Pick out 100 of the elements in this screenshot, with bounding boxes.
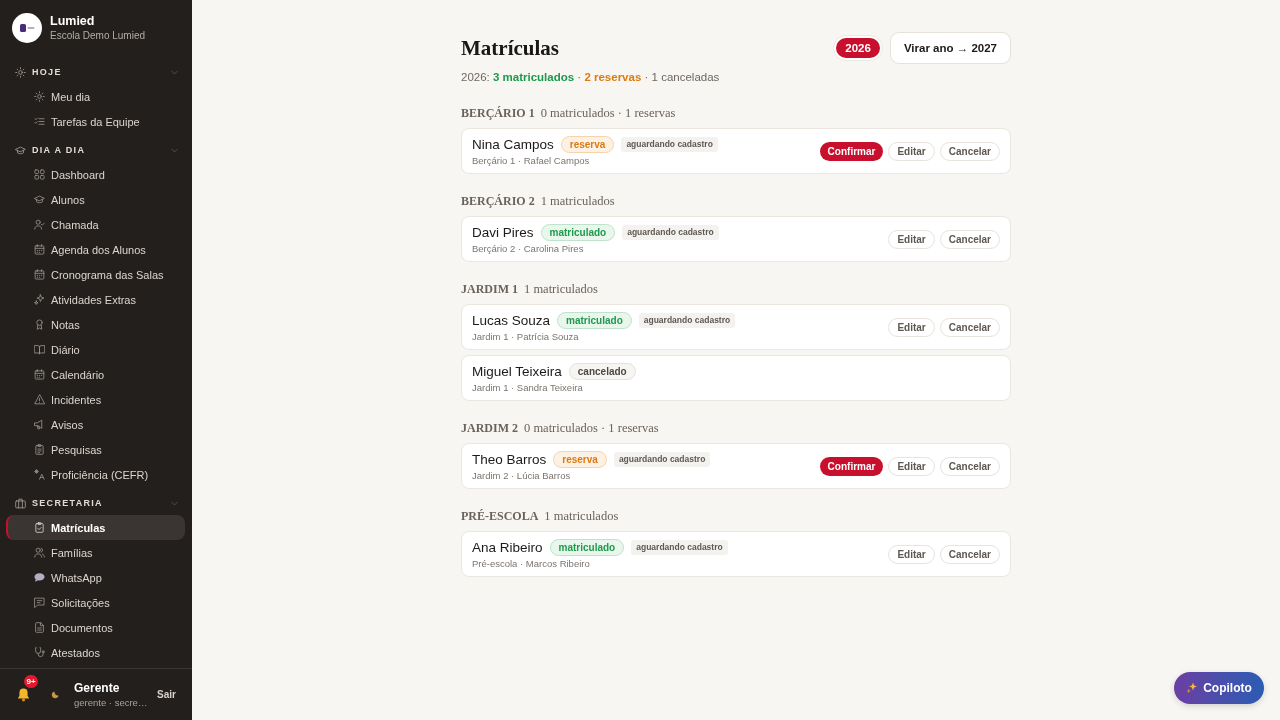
edit-button[interactable]: Editar xyxy=(888,141,935,161)
sidebar-item[interactable]: Incidentes xyxy=(6,387,185,412)
cancel-button[interactable]: Cancelar xyxy=(939,456,1000,476)
calendar-icon xyxy=(34,369,45,380)
student-name: Miguel Teixeira xyxy=(472,362,562,380)
enrollment-detail: Jardim 2 · Lúcia Barros xyxy=(472,469,572,482)
confirm-button[interactable]: Confirmar xyxy=(819,456,884,476)
status-badge: reserva xyxy=(560,135,615,153)
sidebar-item[interactable]: Cronograma das Salas xyxy=(6,262,185,287)
sidebar-item[interactable]: Chamada xyxy=(6,212,185,237)
page-title: Matrículas xyxy=(461,35,560,61)
sidebar-item[interactable]: Matrículas xyxy=(6,515,185,540)
stethoscope-icon xyxy=(34,647,45,658)
group-count: 0 matriculados · 1 reservas xyxy=(540,106,676,121)
sidebar-item[interactable]: Meu dia xyxy=(6,84,185,109)
cancel-button[interactable]: Cancelar xyxy=(939,141,1000,161)
edit-button[interactable]: Editar xyxy=(888,229,935,249)
student-name: Lucas Souza xyxy=(472,311,551,329)
medal-icon xyxy=(34,319,45,330)
sidebar-item[interactable]: Agenda dos Alunos xyxy=(6,237,185,262)
user-check-icon xyxy=(34,219,45,230)
user-name: Gerente xyxy=(74,680,121,695)
group-count: 1 matriculados xyxy=(544,509,619,524)
enrollment-detail: Pré-escola · Marcos Ribeiro xyxy=(472,557,591,570)
sparkles-icon xyxy=(1186,682,1199,694)
registration-tag: aguardando cadastro xyxy=(638,312,736,328)
sidebar-item[interactable]: Documentos xyxy=(6,615,185,640)
section-header[interactable]: HOJE xyxy=(0,60,192,84)
chevron-icon[interactable] xyxy=(171,146,178,154)
sidebar-item[interactable]: Tarefas da Equipe xyxy=(6,109,185,134)
sidebar-item[interactable]: Famílias xyxy=(6,540,185,565)
copilot-button[interactable]: Copiloto xyxy=(1174,672,1264,704)
moon-icon[interactable] xyxy=(51,690,60,699)
section-header[interactable]: DIA A DIA xyxy=(0,138,192,162)
sidebar-item[interactable]: Diário xyxy=(6,337,185,362)
cancel-button[interactable]: Cancelar xyxy=(939,317,1000,337)
book-icon xyxy=(34,344,45,355)
grid-icon xyxy=(34,169,45,180)
sidebar-item[interactable]: Proficiência (CEFR) xyxy=(6,462,185,487)
group-title: JARDIM 1 xyxy=(461,282,518,297)
student-name: Theo Barros xyxy=(472,450,547,468)
edit-button[interactable]: Editar xyxy=(888,544,935,564)
enrollment-detail: Jardim 1 · Sandra Teixeira xyxy=(472,381,584,394)
enrollment-summary: 2026: 3 matriculados · 2 reservas · 1 canceladas xyxy=(461,70,721,84)
edit-button[interactable]: Editar xyxy=(888,456,935,476)
megaphone-icon xyxy=(34,419,45,430)
section-header[interactable]: SECRETARIA xyxy=(0,491,192,515)
checklist-icon xyxy=(34,116,45,127)
cancel-button[interactable]: Cancelar xyxy=(939,544,1000,564)
sidebar-item[interactable]: WhatsApp xyxy=(6,565,185,590)
sidebar-item[interactable]: Atestados xyxy=(6,640,185,665)
registration-tag: aguardando cadastro xyxy=(622,224,719,240)
app-name: Lumied xyxy=(50,14,96,28)
registration-tag: aguardando cadastro xyxy=(621,136,718,152)
sun-icon xyxy=(34,91,45,102)
group-title: BERÇÁRIO 1 xyxy=(461,106,535,121)
year-tab[interactable]: 2026 xyxy=(836,38,880,58)
registration-tag: aguardando cadastro xyxy=(631,539,728,555)
enrollment-detail: Berçário 2 · Carolina Pires xyxy=(472,242,585,255)
calendar-icon xyxy=(34,269,45,280)
group-count: 0 matriculados · 1 reservas xyxy=(524,421,659,436)
group-title: PRÉ-ESCOLA xyxy=(461,509,539,524)
bell-icon[interactable] xyxy=(16,687,31,702)
users-icon xyxy=(34,547,45,558)
group-count: 1 matriculados xyxy=(540,194,615,209)
chevron-icon[interactable] xyxy=(171,68,178,76)
edit-button[interactable]: Editar xyxy=(888,317,935,337)
status-badge: matriculado xyxy=(540,223,616,241)
sidebar-item[interactable]: Calendário xyxy=(6,362,185,387)
sidebar-item[interactable]: Pesquisas xyxy=(6,437,185,462)
translate-icon xyxy=(34,469,45,480)
user-role: gerente · secre… xyxy=(74,696,149,709)
enrollment-detail: Berçário 1 · Rafael Campos xyxy=(472,154,591,167)
chevron-icon[interactable] xyxy=(171,499,178,507)
chat-bubble-icon xyxy=(34,572,45,583)
sidebar-item[interactable]: Solicitações xyxy=(6,590,185,615)
cancel-button[interactable]: Cancelar xyxy=(939,229,1000,249)
student-name: Ana Ribeiro xyxy=(472,538,543,556)
logout-button[interactable]: Sair xyxy=(157,689,176,700)
student-name: Davi Pires xyxy=(472,223,534,241)
sidebar-item[interactable]: Notas xyxy=(6,312,185,337)
sidebar-item[interactable]: Alunos xyxy=(6,187,185,212)
sun-icon xyxy=(15,66,26,78)
sidebar-item[interactable]: Atividades Extras xyxy=(6,287,185,312)
group-title: BERÇÁRIO 2 xyxy=(461,194,535,209)
warning-icon xyxy=(34,394,45,405)
clipboard-check-icon xyxy=(34,522,45,533)
sparkles-icon xyxy=(34,294,45,305)
graduation-cap-icon xyxy=(15,144,26,156)
sidebar-item[interactable]: Dashboard xyxy=(6,162,185,187)
turn-year-button[interactable]: Virar ano → 2027 xyxy=(889,32,1011,64)
document-icon xyxy=(34,622,45,633)
confirm-button[interactable]: Confirmar xyxy=(819,141,884,161)
status-badge: cancelado xyxy=(568,362,636,380)
graduation-cap-icon xyxy=(34,194,45,205)
status-badge: matriculado xyxy=(549,538,625,556)
briefcase-icon xyxy=(15,497,26,509)
clipboard-icon xyxy=(34,444,45,455)
sidebar-item[interactable]: Avisos xyxy=(6,412,185,437)
status-badge: reserva xyxy=(553,450,607,468)
